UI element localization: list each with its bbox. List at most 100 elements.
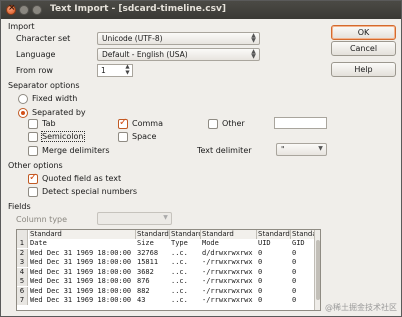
table-cell: -/rrwxrwxrwx xyxy=(202,267,253,276)
table-cell: Size xyxy=(137,239,154,247)
table-row: 4 Wed Dec 31 1969 18:00:00 3682 ..c. -/rrwxr… xyxy=(17,267,317,277)
table-cell: ..c. xyxy=(171,296,188,304)
updown-arrow-icon: ▲ ▼ xyxy=(251,48,256,60)
row-number: 1 xyxy=(17,239,28,248)
table-cell: Mode xyxy=(202,239,219,247)
chevron-down-icon: ▼ xyxy=(163,214,168,221)
row-number: 7 xyxy=(17,296,28,305)
table-row: 3 Wed Dec 31 1969 18:00:00 15811 ..c. -/rrwx… xyxy=(17,258,317,267)
table-row: 7 Wed Dec 31 1969 18:00:00 43 ..c. -/rrwxrwx… xyxy=(17,296,317,305)
from-row-spinner[interactable]: 1 ▲ ▼ xyxy=(97,64,133,77)
table-cell: UID xyxy=(258,239,271,247)
fixed-width-label: Fixed width xyxy=(32,94,78,103)
table-cell: 882 xyxy=(137,286,150,295)
watermark: @稀土掘金技术社区 xyxy=(325,303,397,312)
charset-value: Unicode (UTF-8) xyxy=(102,34,163,43)
other-label: Other xyxy=(222,119,245,128)
text-delimiter-select[interactable]: " ▼ xyxy=(276,143,327,156)
semicolon-label: Semicolon xyxy=(41,131,85,142)
charset-select[interactable]: Unicode (UTF-8) ▲ ▼ xyxy=(97,32,260,45)
quoted-field-label: Quoted field as text xyxy=(42,174,122,183)
table-cell: 0 xyxy=(258,296,263,304)
from-row-value: 1 xyxy=(101,66,106,75)
column-header[interactable]: Standard xyxy=(136,230,170,239)
merge-delimiters-label: Merge delimiters xyxy=(42,146,110,155)
close-window-icon[interactable] xyxy=(6,3,16,15)
column-header[interactable]: Standard xyxy=(257,230,291,239)
table-cell: 876 xyxy=(137,277,150,285)
detect-special-numbers-label: Detect special numbers xyxy=(42,187,138,196)
column-type-select[interactable]: ▼ xyxy=(97,212,172,225)
scroll-thumb[interactable] xyxy=(316,240,320,300)
table-row: 2 Wed Dec 31 1969 18:00:00 32768 ..c. d/drwx… xyxy=(17,248,317,258)
table-cell: ..c. xyxy=(171,258,188,266)
table-cell: 0 xyxy=(292,286,297,295)
table-cell: -/rrwxrwxrwx xyxy=(202,296,253,304)
table-cell: 0 xyxy=(292,267,297,276)
table-cell: 0 xyxy=(292,258,297,266)
vertical-scrollbar[interactable] xyxy=(314,230,320,310)
column-header[interactable]: Standard xyxy=(201,230,257,239)
column-header[interactable]: Standa xyxy=(291,230,316,239)
table-cell: -/rrwxrwxrwx xyxy=(202,258,253,266)
table-cell: Wed Dec 31 1969 18:00:00 xyxy=(30,248,132,257)
language-value: Default - English (USA) xyxy=(102,50,188,59)
table-cell: Wed Dec 31 1969 18:00:00 xyxy=(30,296,132,304)
other-checkbox[interactable] xyxy=(208,119,218,129)
spinner-arrows-icon[interactable]: ▲ ▼ xyxy=(124,64,131,76)
quoted-field-checkbox[interactable] xyxy=(28,172,38,184)
column-header[interactable]: Standard xyxy=(170,230,201,239)
separator-section-label: Separator options xyxy=(8,81,80,90)
table-cell: Wed Dec 31 1969 18:00:00 xyxy=(30,286,132,295)
row-number: 2 xyxy=(17,248,28,258)
table-row: 5 Wed Dec 31 1969 18:00:00 876 ..c. -/rrwxrw… xyxy=(17,277,317,286)
header-corner xyxy=(17,230,28,239)
other-separator-input[interactable] xyxy=(274,117,327,129)
table-cell: GID xyxy=(292,239,305,247)
chevron-down-icon: ▼ xyxy=(318,145,323,152)
text-import-dialog: Text Import - [sdcard-timeline.csv] Impo… xyxy=(0,0,402,317)
minimize-window-icon[interactable] xyxy=(19,5,29,15)
ok-button[interactable]: OK xyxy=(331,25,396,40)
separated-by-radio[interactable] xyxy=(18,108,28,118)
table-cell: 0 xyxy=(258,248,263,257)
maximize-window-icon[interactable] xyxy=(32,5,42,15)
table-cell: 0 xyxy=(258,267,263,276)
fixed-width-radio[interactable] xyxy=(18,94,28,104)
semicolon-checkbox[interactable] xyxy=(28,132,38,142)
help-button[interactable]: Help xyxy=(331,62,396,77)
cancel-button[interactable]: Cancel xyxy=(331,41,396,56)
window-title: Text Import - [sdcard-timeline.csv] xyxy=(50,4,226,14)
table-cell: 32768 xyxy=(137,248,159,257)
table-cell: 0 xyxy=(258,258,263,266)
table-cell: d/drwxrwxrwx xyxy=(202,248,253,257)
from-row-label: From row xyxy=(16,66,53,75)
tab-label: Tab xyxy=(42,119,56,128)
table-cell: ..c. xyxy=(171,248,188,257)
table-cell: -/rrwxrwxrwx xyxy=(202,277,253,285)
title-bar: Text Import - [sdcard-timeline.csv] xyxy=(1,1,401,19)
language-select[interactable]: Default - English (USA) ▲ ▼ xyxy=(97,48,260,61)
fields-section-label: Fields xyxy=(8,202,31,211)
updown-arrow-icon: ▲ ▼ xyxy=(251,32,256,44)
table-cell: Wed Dec 31 1969 18:00:00 xyxy=(30,277,132,285)
table-cell: 0 xyxy=(258,286,263,295)
merge-delimiters-checkbox[interactable] xyxy=(28,146,38,156)
table-cell: ..c. xyxy=(171,267,188,276)
column-header[interactable]: Standard xyxy=(29,230,136,239)
comma-checkbox[interactable] xyxy=(118,117,128,129)
tab-checkbox[interactable] xyxy=(28,119,38,129)
text-delimiter-label: Text delimiter xyxy=(197,146,252,155)
table-cell: 0 xyxy=(292,277,297,285)
comma-label: Comma xyxy=(132,119,163,128)
table-header-row: Standard Standard Standard Standard Stan… xyxy=(17,230,317,239)
table-cell: 0 xyxy=(292,296,297,304)
table-row: 1 Date Size Type Mode UID GID xyxy=(17,239,317,248)
space-checkbox[interactable] xyxy=(118,132,128,142)
row-number: 3 xyxy=(17,258,28,267)
other-options-section-label: Other options xyxy=(8,161,63,170)
table-cell: ..c. xyxy=(171,286,188,295)
row-number: 4 xyxy=(17,267,28,277)
detect-special-numbers-checkbox[interactable] xyxy=(28,187,38,197)
charset-label: Character set xyxy=(16,34,71,43)
